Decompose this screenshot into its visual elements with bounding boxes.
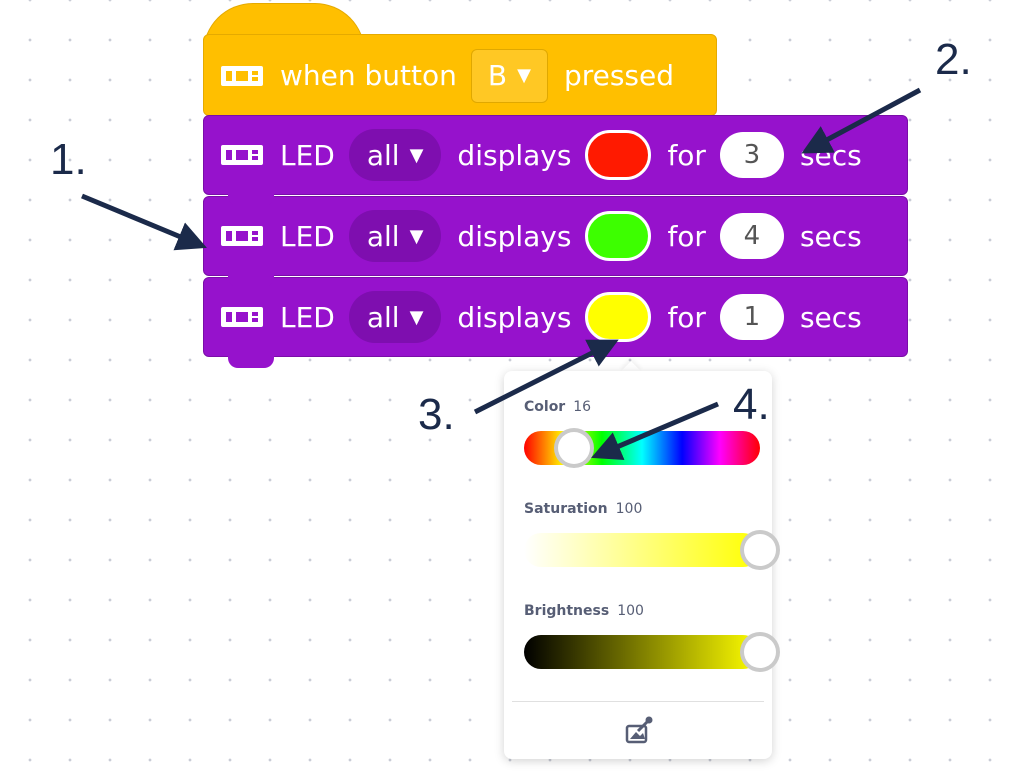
when-button-pressed-block[interactable]: when button B ▼ pressed [203, 34, 717, 116]
annotation-3: 3. [418, 390, 455, 439]
led-label: LED [280, 300, 335, 334]
button-select-dropdown[interactable]: B ▼ [470, 48, 548, 103]
saturation-slider-label: Saturation 100 [524, 501, 642, 517]
duration-input[interactable]: 3 [719, 132, 784, 178]
displays-label: displays [457, 300, 572, 334]
led-device-icon [221, 307, 263, 327]
secs-label: secs [799, 300, 862, 334]
when-button-label: when button [280, 59, 457, 92]
duration-input[interactable]: 1 [719, 294, 784, 340]
for-label: for [667, 138, 706, 172]
brightness-slider[interactable] [524, 632, 780, 672]
eyedropper-icon[interactable] [624, 715, 654, 745]
saturation-label: Saturation [524, 501, 608, 517]
color-slider-label: Color 16 [524, 399, 591, 415]
color-picker-popup: Color 16 Saturation 100 Brightness 100 [504, 371, 780, 759]
block-connector-tab [228, 275, 274, 287]
led-label: LED [280, 138, 335, 172]
led-device-icon [221, 145, 263, 165]
led-device-icon [221, 226, 263, 246]
annotation-2: 2. [935, 35, 972, 84]
color-swatch[interactable] [585, 130, 652, 180]
caret-down-icon: ▼ [409, 144, 424, 166]
led-target-dropdown[interactable]: all ▼ [348, 210, 442, 262]
caret-down-icon: ▼ [517, 65, 531, 86]
color-value: 16 [573, 399, 592, 415]
led-device-icon [221, 65, 263, 86]
led-target-value: all [366, 300, 400, 334]
brightness-slider-thumb[interactable] [740, 632, 780, 672]
brightness-value: 100 [617, 603, 644, 619]
color-label: Color [524, 399, 566, 415]
color-swatch[interactable] [585, 211, 652, 261]
led-target-value: all [366, 138, 400, 172]
caret-down-icon: ▼ [409, 225, 424, 247]
annotation-1: 1. [50, 135, 87, 184]
secs-label: secs [799, 138, 862, 172]
block-connector-tab [228, 194, 274, 206]
led-display-block-1[interactable]: LED all ▼ displays for 3 secs [203, 115, 908, 206]
displays-label: displays [457, 219, 572, 253]
caret-down-icon: ▼ [409, 306, 424, 328]
arrow-1 [81, 193, 207, 251]
picker-divider [512, 701, 764, 702]
color-slider-thumb[interactable] [554, 428, 594, 468]
for-label: for [667, 300, 706, 334]
led-display-block-3[interactable]: LED all ▼ displays for 1 secs [203, 277, 908, 368]
led-target-value: all [366, 219, 400, 253]
secs-label: secs [799, 219, 862, 253]
button-select-value: B [487, 59, 508, 92]
brightness-label: Brightness [524, 603, 610, 619]
block-connector-tab [228, 356, 274, 368]
led-target-dropdown[interactable]: all ▼ [348, 129, 442, 181]
brightness-slider-label: Brightness 100 [524, 603, 644, 619]
for-label: for [667, 219, 706, 253]
led-label: LED [280, 219, 335, 253]
saturation-slider-thumb[interactable] [740, 530, 780, 570]
led-target-dropdown[interactable]: all ▼ [348, 291, 442, 343]
color-swatch[interactable] [585, 292, 652, 342]
pressed-label: pressed [563, 59, 675, 92]
duration-input[interactable]: 4 [719, 213, 784, 259]
led-display-block-2[interactable]: LED all ▼ displays for 4 secs [203, 196, 908, 287]
displays-label: displays [457, 138, 572, 172]
color-slider[interactable] [524, 428, 760, 468]
annotation-4: 4. [733, 380, 770, 429]
saturation-value: 100 [615, 501, 643, 517]
saturation-slider[interactable] [524, 530, 780, 570]
